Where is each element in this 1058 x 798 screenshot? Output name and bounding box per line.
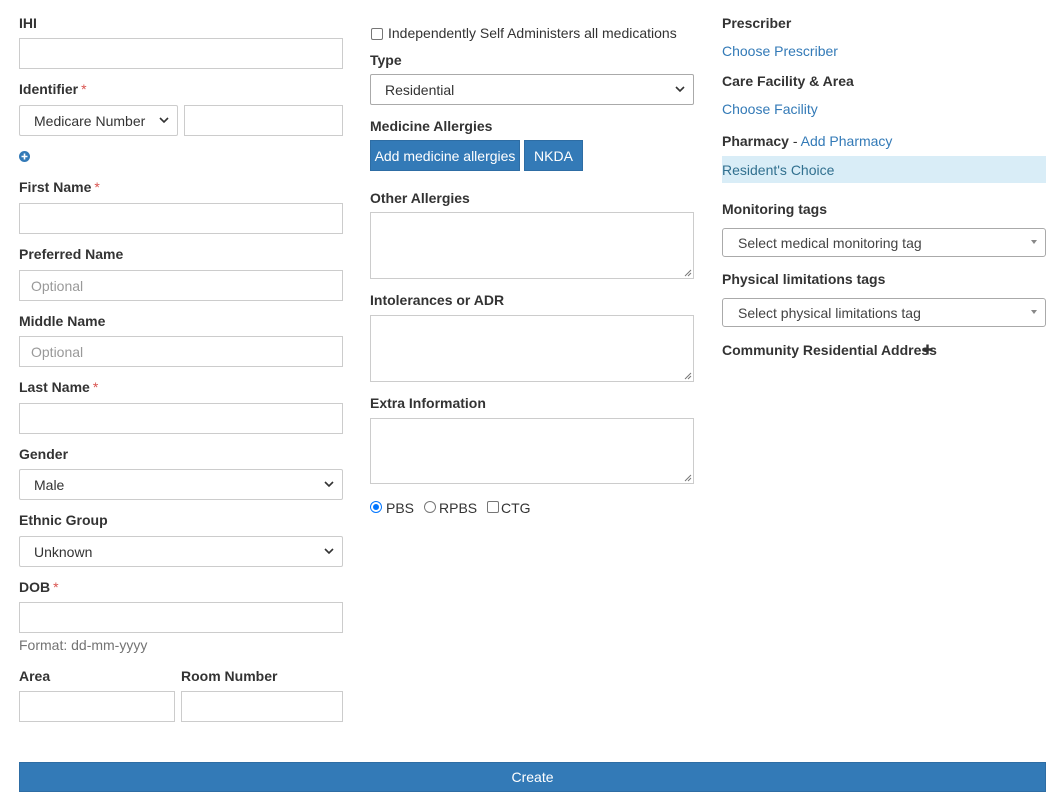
caret-down-icon <box>1031 240 1037 244</box>
add-identifier-icon[interactable] <box>19 151 30 162</box>
pbs-radio[interactable] <box>370 501 382 513</box>
self-administers-label: Independently Self Administers all medic… <box>388 25 677 41</box>
chevron-down-icon <box>324 548 334 555</box>
extra-information-textarea[interactable] <box>370 418 694 484</box>
prescriber-label: Prescriber <box>722 15 792 31</box>
extra-information-label: Extra Information <box>370 395 486 411</box>
choose-facility-link[interactable]: Choose Facility <box>722 101 818 117</box>
identifier-type-select[interactable]: Medicare Number <box>19 105 178 136</box>
self-administers-checkbox[interactable] <box>371 28 383 40</box>
add-medicine-allergies-button[interactable]: Add medicine allergies <box>370 140 520 171</box>
ihi-label: IHI <box>19 15 37 31</box>
ctg-checkbox[interactable] <box>487 501 499 513</box>
monitoring-tags-label: Monitoring tags <box>722 201 827 217</box>
preferred-name-input[interactable]: Optional <box>19 270 343 301</box>
pharmacy-selected[interactable]: Resident's Choice <box>722 156 1046 183</box>
chevron-down-icon <box>159 117 169 124</box>
gender-select[interactable]: Male <box>19 469 343 500</box>
area-input[interactable] <box>19 691 175 722</box>
middle-name-input[interactable]: Optional <box>19 336 343 367</box>
other-allergies-textarea[interactable] <box>370 212 694 279</box>
ctg-label: CTG <box>501 500 531 516</box>
type-select[interactable]: Residential <box>370 74 694 105</box>
other-allergies-label: Other Allergies <box>370 190 470 206</box>
room-number-input[interactable] <box>181 691 343 722</box>
pbs-label: PBS <box>386 500 415 516</box>
dob-format-hint: Format: dd-mm-yyyy <box>19 637 148 653</box>
preferred-name-label: Preferred Name <box>19 246 124 262</box>
area-label: Area <box>19 668 51 684</box>
ihi-input[interactable] <box>19 38 343 69</box>
ethnic-group-select[interactable]: Unknown <box>19 536 343 567</box>
resize-grip-icon[interactable] <box>684 474 692 482</box>
last-name-input[interactable] <box>19 403 343 434</box>
resize-grip-icon[interactable] <box>684 372 692 380</box>
resize-grip-icon[interactable] <box>684 269 692 277</box>
monitoring-tags-select[interactable]: Select medical monitoring tag <box>722 228 1046 257</box>
choose-prescriber-link[interactable]: Choose Prescriber <box>722 43 838 59</box>
first-name-input[interactable] <box>19 203 343 234</box>
first-name-label: First Name * <box>19 179 100 195</box>
last-name-label: Last Name * <box>19 379 99 395</box>
add-pharmacy-link[interactable]: Add Pharmacy <box>801 133 893 149</box>
create-button[interactable]: Create <box>19 762 1046 792</box>
physical-limitations-select[interactable]: Select physical limitations tag <box>722 298 1046 327</box>
chevron-down-icon <box>324 481 334 488</box>
caret-down-icon <box>1031 310 1037 314</box>
care-facility-label: Care Facility & Area <box>722 73 854 89</box>
rpbs-label: RPBS <box>439 500 478 516</box>
ethnic-group-label: Ethnic Group <box>19 512 108 528</box>
gender-label: Gender <box>19 446 69 462</box>
type-label: Type <box>370 52 402 68</box>
intolerances-textarea[interactable] <box>370 315 694 382</box>
identifier-label: Identifier * <box>19 81 87 97</box>
chevron-down-icon <box>675 86 685 93</box>
dob-input[interactable] <box>19 602 343 633</box>
intolerances-label: Intolerances or ADR <box>370 292 505 308</box>
room-number-label: Room Number <box>181 668 278 684</box>
pharmacy-label: Pharmacy - Add Pharmacy <box>722 133 893 149</box>
medicine-allergies-label: Medicine Allergies <box>370 118 493 134</box>
nkda-button[interactable]: NKDA <box>524 140 583 171</box>
identifier-number-input[interactable] <box>184 105 343 136</box>
dob-label: DOB * <box>19 579 59 595</box>
physical-limitations-label: Physical limitations tags <box>722 271 886 287</box>
rpbs-radio[interactable] <box>424 501 436 513</box>
add-address-icon[interactable] <box>922 344 933 355</box>
community-address-label: Community Residential Address <box>722 342 937 358</box>
middle-name-label: Middle Name <box>19 313 106 329</box>
